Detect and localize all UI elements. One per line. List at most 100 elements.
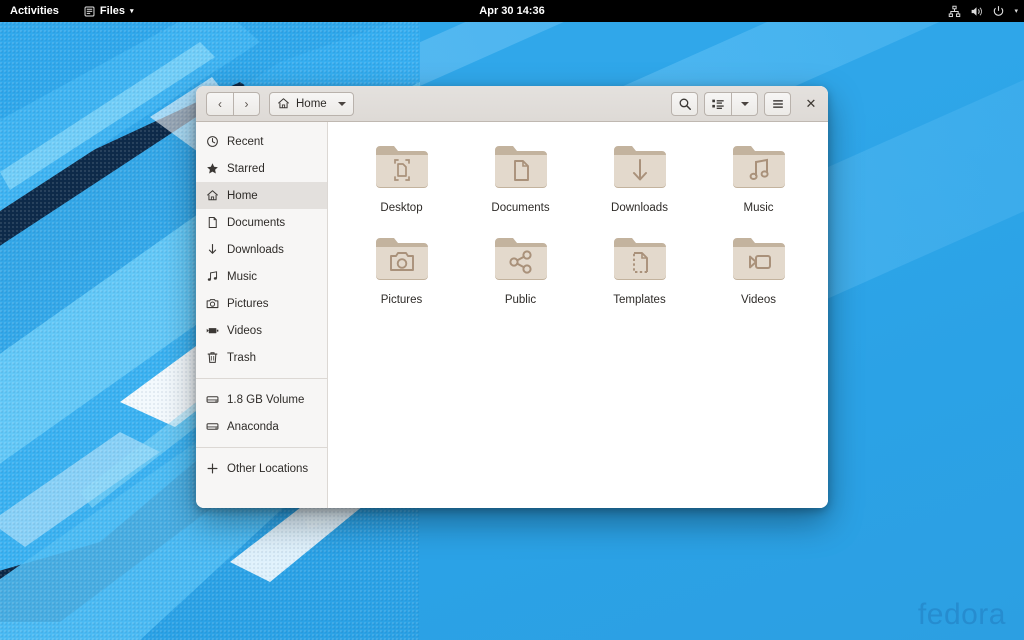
- sidebar-item-label: Downloads: [227, 243, 284, 256]
- document-icon: [205, 216, 219, 230]
- file-name-label: Public: [504, 294, 537, 306]
- list-view-button[interactable]: [704, 91, 731, 116]
- file-name-label: Desktop: [380, 202, 423, 214]
- sidebar-item-pictures[interactable]: Pictures: [196, 290, 327, 317]
- file-item-templates[interactable]: Templates: [580, 228, 699, 306]
- app-menu-files[interactable]: Files ▾: [76, 0, 142, 22]
- search-icon: [678, 97, 692, 111]
- file-item-desktop[interactable]: Desktop: [342, 136, 461, 214]
- file-item-videos[interactable]: Videos: [699, 228, 818, 306]
- sidebar-item-label: Anaconda: [227, 420, 279, 433]
- folder-icon-desktop: [374, 140, 430, 195]
- file-name-label: Pictures: [380, 294, 423, 306]
- sidebar-item-label: Documents: [227, 216, 286, 229]
- view-mode-controls: [704, 91, 758, 116]
- file-item-documents[interactable]: Documents: [461, 136, 580, 214]
- forward-button[interactable]: ›: [233, 91, 260, 116]
- home-icon: [277, 97, 290, 110]
- chevron-down-icon: ▾: [1014, 8, 1018, 15]
- file-name-label: Music: [743, 202, 774, 214]
- close-button[interactable]: ✕: [800, 93, 822, 115]
- sidebar-item-videos[interactable]: Videos: [196, 317, 327, 344]
- power-icon: [992, 5, 1005, 18]
- file-list-view: Desktop Documents Downloads Music Pictur…: [328, 122, 828, 508]
- music-icon: [205, 270, 219, 284]
- sidebar-separator: [196, 447, 327, 448]
- sidebar-item-volume[interactable]: 1.8 GB Volume: [196, 386, 327, 413]
- chevron-down-icon: ▾: [130, 8, 134, 15]
- file-name-label: Documents: [491, 202, 550, 214]
- headerbar-right-controls: ✕: [671, 91, 822, 116]
- pathbar-label: Home: [296, 97, 327, 110]
- sidebar-item-downloads[interactable]: Downloads: [196, 236, 327, 263]
- pathbar-home-button[interactable]: Home: [269, 91, 354, 116]
- network-wired-icon: [948, 5, 961, 18]
- app-menu-label: Files: [99, 5, 125, 17]
- folder-icon-pictures: [374, 232, 430, 287]
- window-headerbar: ‹ › Home ✕: [196, 86, 828, 122]
- sidebar-item-music[interactable]: Music: [196, 263, 327, 290]
- view-options-dropdown[interactable]: [731, 91, 758, 116]
- close-icon: ✕: [805, 95, 817, 111]
- sidebar-item-label: Trash: [227, 351, 256, 364]
- chevron-down-icon: [337, 101, 346, 106]
- sidebar-item-label: Recent: [227, 135, 264, 148]
- search-button[interactable]: [671, 91, 698, 116]
- icon-grid: Desktop Documents Downloads Music Pictur…: [342, 136, 818, 306]
- download-icon: [205, 243, 219, 257]
- chevron-down-icon: [740, 101, 749, 106]
- file-item-downloads[interactable]: Downloads: [580, 136, 699, 214]
- trash-icon: [205, 351, 219, 365]
- file-item-music[interactable]: Music: [699, 136, 818, 214]
- folder-icon-downloads: [612, 140, 668, 195]
- desktop: fedora Activities Files ▾ Apr 30 14:36 ▾…: [0, 0, 1024, 640]
- sidebar-item-label: 1.8 GB Volume: [227, 393, 305, 406]
- folder-icon-music: [731, 140, 787, 195]
- sidebar-item-label: Starred: [227, 162, 265, 175]
- sidebar-item-label: Music: [227, 270, 258, 283]
- sidebar-item-label: Home: [227, 189, 258, 202]
- sidebar-item-home[interactable]: Home: [196, 182, 327, 209]
- sidebar-item-documents[interactable]: Documents: [196, 209, 327, 236]
- window-body: Recent Starred Home Documents Downloads …: [196, 122, 828, 508]
- sidebar-item-trash[interactable]: Trash: [196, 344, 327, 371]
- file-item-pictures[interactable]: Pictures: [342, 228, 461, 306]
- sidebar-item-other-locations[interactable]: Other Locations: [196, 455, 327, 482]
- fedora-watermark: fedora: [917, 598, 1006, 631]
- clock-label[interactable]: Apr 30 14:36: [479, 5, 544, 17]
- folder-icon-public: [493, 232, 549, 287]
- drive-icon: [205, 420, 219, 434]
- video-icon: [205, 324, 219, 338]
- back-button[interactable]: ‹: [206, 91, 233, 116]
- camera-icon: [205, 297, 219, 311]
- file-name-label: Templates: [613, 294, 666, 306]
- places-sidebar: Recent Starred Home Documents Downloads …: [196, 122, 328, 508]
- file-item-public[interactable]: Public: [461, 228, 580, 306]
- volume-icon: [970, 5, 983, 18]
- file-name-label: Videos: [741, 294, 776, 306]
- star-icon: [205, 162, 219, 176]
- files-window: ‹ › Home ✕ Recent Starred Home Documents…: [196, 86, 828, 508]
- navigation-buttons: ‹ ›: [206, 91, 260, 116]
- system-status-area[interactable]: ▾: [948, 0, 1018, 22]
- hamburger-menu-icon: [771, 97, 785, 111]
- activities-button[interactable]: Activities: [0, 0, 68, 22]
- sidebar-item-recent[interactable]: Recent: [196, 128, 327, 155]
- sidebar-item-anaconda[interactable]: Anaconda: [196, 413, 327, 440]
- plus-icon: [205, 462, 219, 476]
- sidebar-item-label: Other Locations: [227, 462, 309, 475]
- folder-icon-videos: [731, 232, 787, 287]
- clock-area: Apr 30 14:36: [0, 5, 1024, 17]
- sidebar-item-label: Videos: [227, 324, 262, 337]
- file-name-label: Downloads: [611, 202, 668, 214]
- files-app-icon: [84, 6, 95, 17]
- list-view-icon: [711, 97, 725, 111]
- gnome-top-bar: Activities Files ▾ Apr 30 14:36 ▾: [0, 0, 1024, 22]
- sidebar-item-starred[interactable]: Starred: [196, 155, 327, 182]
- sidebar-item-label: Pictures: [227, 297, 269, 310]
- main-menu-button[interactable]: [764, 91, 791, 116]
- drive-icon: [205, 393, 219, 407]
- home-icon: [205, 189, 219, 203]
- folder-icon-documents: [493, 140, 549, 195]
- chevron-left-icon: ‹: [218, 96, 222, 111]
